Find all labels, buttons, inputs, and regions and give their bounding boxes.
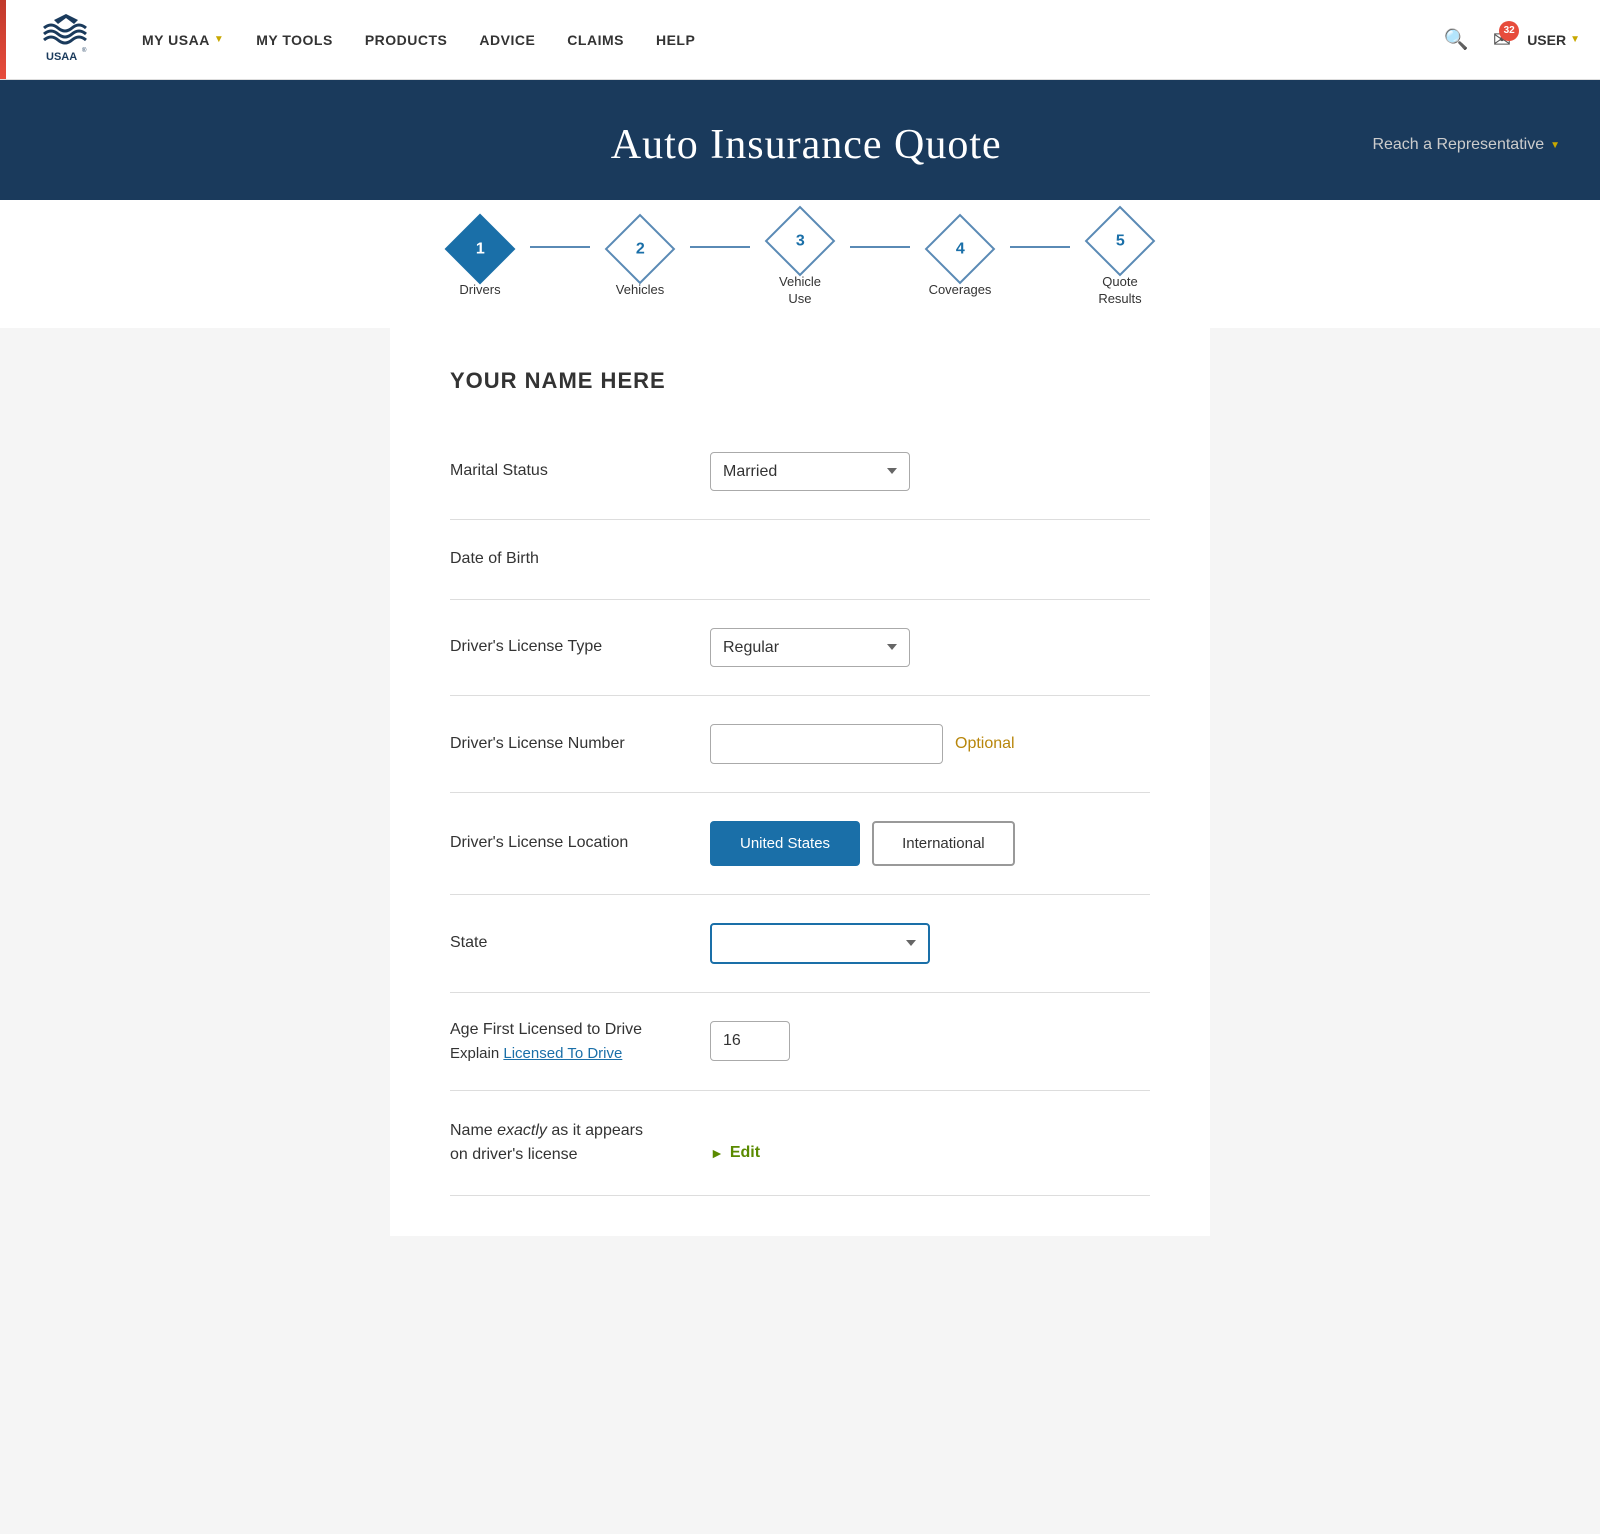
step-2-label: Vehicles	[616, 282, 664, 299]
navigation-bar: USAA ® MY USAA ▼ MY TOOLS PRODUCTS ADVIC…	[0, 0, 1600, 80]
step-connector-1-2	[530, 246, 590, 248]
step-2-diamond: 2	[605, 214, 676, 285]
svg-text:®: ®	[82, 47, 87, 54]
mail-badge: 32	[1499, 21, 1519, 41]
age-licensed-control	[710, 1021, 1150, 1062]
age-licensed-label: Age First Licensed to Drive	[450, 1021, 710, 1039]
international-button[interactable]: International	[872, 821, 1015, 866]
step-4-number: 4	[956, 240, 965, 258]
step-3-diamond: 3	[765, 206, 836, 277]
name-on-license-label: Name exactly as it appears on driver's l…	[450, 1119, 710, 1167]
step-4-coverages[interactable]: 4 Coverages	[910, 224, 1010, 299]
nav-help[interactable]: HELP	[640, 0, 711, 80]
driver-section-name: YOUR NAME HERE	[450, 368, 1150, 394]
nav-my-tools[interactable]: MY TOOLS	[240, 0, 349, 80]
step-3-number: 3	[796, 232, 805, 250]
age-licensed-label-stack: Age First Licensed to Drive Explain Lice…	[450, 1021, 710, 1062]
edit-chevron-icon: ►	[710, 1145, 724, 1161]
left-accent	[0, 0, 6, 79]
name-edit-area: ► Edit	[710, 1119, 1150, 1167]
logo-area[interactable]: USAA ®	[36, 10, 96, 70]
user-menu[interactable]: USER ▼	[1527, 32, 1580, 48]
state-row: State Alabama Alaska Arizona Arkansas Ca…	[450, 895, 1150, 993]
age-licensed-input[interactable]	[710, 1021, 790, 1061]
step-1-diamond: 1	[445, 214, 516, 285]
nav-links: MY USAA ▼ MY TOOLS PRODUCTS ADVICE CLAIM…	[126, 0, 1436, 80]
step-4-label: Coverages	[929, 282, 992, 299]
user-chevron-icon: ▼	[1570, 34, 1580, 45]
marital-status-control: Single Married Divorced Widowed Separate…	[710, 452, 1150, 491]
step-2-vehicles[interactable]: 2 Vehicles	[590, 224, 690, 299]
state-control: Alabama Alaska Arizona Arkansas Californ…	[710, 923, 1150, 964]
marital-status-label: Marital Status	[450, 462, 710, 480]
reach-rep-chevron-icon: ▼	[1550, 140, 1560, 151]
step-1-label: Drivers	[459, 282, 500, 299]
nav-claims[interactable]: CLAIMS	[551, 0, 640, 80]
license-type-label: Driver's License Type	[450, 638, 710, 656]
mail-button[interactable]: ✉ 32	[1493, 27, 1511, 53]
license-type-control: Regular Commercial Learner's Permit Othe…	[710, 628, 1150, 667]
step-connector-4-5	[1010, 246, 1070, 248]
steps-bar: 1 Drivers 2 Vehicles 3 VehicleUse 4 Cove…	[0, 200, 1600, 328]
usaa-logo: USAA ®	[36, 10, 96, 70]
search-icon[interactable]: 🔍	[1436, 19, 1477, 60]
license-location-label: Driver's License Location	[450, 834, 710, 852]
explain-licensed-label: Explain Licensed To Drive	[450, 1045, 710, 1062]
step-connector-3-4	[850, 246, 910, 248]
license-number-input[interactable]	[710, 724, 943, 764]
my-usaa-chevron-icon: ▼	[214, 34, 224, 45]
page-banner: Auto Insurance Quote Reach a Representat…	[0, 80, 1600, 200]
license-type-select[interactable]: Regular Commercial Learner's Permit Othe…	[710, 628, 910, 667]
step-connector-2-3	[690, 246, 750, 248]
nav-right: 🔍 ✉ 32 USER ▼	[1436, 19, 1580, 60]
step-1-drivers[interactable]: 1 Drivers	[430, 224, 530, 299]
page-title: Auto Insurance Quote	[240, 121, 1372, 169]
date-of-birth-label: Date of Birth	[450, 550, 710, 568]
date-of-birth-row: Date of Birth	[450, 520, 1150, 600]
license-location-control: United States International	[710, 821, 1150, 866]
nav-my-usaa[interactable]: MY USAA ▼	[126, 0, 240, 80]
step-3-label: VehicleUse	[779, 274, 821, 308]
united-states-button[interactable]: United States	[710, 821, 860, 866]
edit-button[interactable]: ► Edit	[710, 1144, 760, 1162]
license-location-row: Driver's License Location United States …	[450, 793, 1150, 895]
step-5-quote-results[interactable]: 5 QuoteResults	[1070, 216, 1170, 308]
step-1-number: 1	[476, 240, 485, 258]
step-3-vehicle-use[interactable]: 3 VehicleUse	[750, 216, 850, 308]
license-type-row: Driver's License Type Regular Commercial…	[450, 600, 1150, 696]
nav-advice[interactable]: ADVICE	[463, 0, 551, 80]
name-on-license-label-area: Name exactly as it appears on driver's l…	[450, 1119, 710, 1167]
state-select[interactable]: Alabama Alaska Arizona Arkansas Californ…	[710, 923, 930, 964]
form-container: YOUR NAME HERE Marital Status Single Mar…	[390, 328, 1210, 1236]
state-label: State	[450, 934, 710, 952]
license-number-label: Driver's License Number	[450, 735, 710, 753]
marital-status-select[interactable]: Single Married Divorced Widowed Separate…	[710, 452, 910, 491]
age-licensed-row: Age First Licensed to Drive Explain Lice…	[450, 993, 1150, 1091]
optional-label: Optional	[955, 735, 1015, 753]
banner-center: Auto Insurance Quote	[240, 121, 1372, 169]
licensed-to-drive-link[interactable]: Licensed To Drive	[503, 1045, 622, 1062]
step-5-label: QuoteResults	[1098, 274, 1141, 308]
step-5-number: 5	[1116, 232, 1125, 250]
name-on-license-row: Name exactly as it appears on driver's l…	[450, 1091, 1150, 1196]
svg-text:USAA: USAA	[46, 51, 77, 63]
step-2-number: 2	[636, 240, 645, 258]
marital-status-row: Marital Status Single Married Divorced W…	[450, 424, 1150, 520]
nav-products[interactable]: PRODUCTS	[349, 0, 464, 80]
license-number-control: Optional	[710, 724, 1150, 764]
step-4-diamond: 4	[925, 214, 996, 285]
step-5-diamond: 5	[1085, 206, 1156, 277]
reach-representative-button[interactable]: Reach a Representative ▼	[1372, 136, 1560, 154]
license-number-row: Driver's License Number Optional	[450, 696, 1150, 793]
